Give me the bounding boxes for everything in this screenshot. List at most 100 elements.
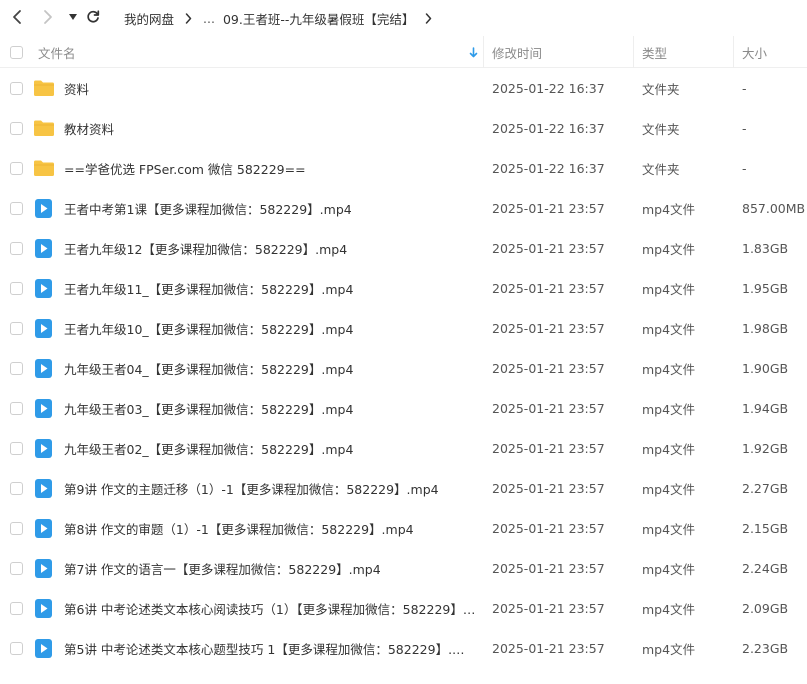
- file-name[interactable]: 王者中考第1课【更多课程加微信：582229】.mp4: [64, 188, 476, 228]
- column-size[interactable]: 大小: [742, 36, 767, 68]
- file-row[interactable]: 教材资料 2025-01-22 16:37 文件夹 -: [0, 108, 807, 148]
- file-name-text: 第6讲 中考论述类文本核心阅读技巧（1）【更多课程加微信：582229】.m..…: [64, 601, 476, 617]
- row-checkbox[interactable]: [10, 121, 23, 135]
- video-icon: [35, 638, 52, 658]
- row-checkbox[interactable]: [10, 601, 23, 615]
- file-row[interactable]: 王者中考第1课【更多课程加微信：582229】.mp4 2025-01-21 2…: [0, 188, 807, 228]
- breadcrumb-ellipsis[interactable]: ...: [203, 11, 215, 26]
- file-modified: 2025-01-21 23:57: [492, 520, 605, 536]
- file-name-text: 王者九年级11_【更多课程加微信：582229】.mp4: [64, 281, 354, 297]
- file-row[interactable]: 王者九年级10_【更多课程加微信：582229】.mp4 2025-01-21 …: [0, 308, 807, 348]
- file-row[interactable]: 九年级王者02_【更多课程加微信：582229】.mp4 2025-01-21 …: [0, 428, 807, 468]
- file-row[interactable]: 王者九年级12【更多课程加微信：582229】.mp4 2025-01-21 2…: [0, 228, 807, 268]
- video-icon: [35, 198, 52, 218]
- file-row[interactable]: 第6讲 中考论述类文本核心阅读技巧（1）【更多课程加微信：582229】.m..…: [0, 588, 807, 628]
- row-checkbox[interactable]: [10, 481, 23, 495]
- file-name[interactable]: 九年级王者02_【更多课程加微信：582229】.mp4: [64, 428, 476, 468]
- file-name-text: 王者九年级10_【更多课程加微信：582229】.mp4: [64, 321, 354, 337]
- file-name[interactable]: 第5讲 中考论述类文本核心题型技巧 1【更多课程加微信：582229】.mp4: [64, 628, 476, 668]
- file-type: mp4文件: [642, 241, 696, 257]
- file-type: mp4文件: [642, 521, 696, 537]
- column-header: 文件名 修改时间 类型 大小: [0, 36, 807, 68]
- row-checkbox[interactable]: [10, 561, 23, 575]
- row-checkbox-cell: [10, 428, 23, 468]
- file-row[interactable]: 王者九年级11_【更多课程加微信：582229】.mp4 2025-01-21 …: [0, 268, 807, 308]
- file-row[interactable]: ==学爸优选 FPSer.com 微信 582229== 2025-01-22 …: [0, 148, 807, 188]
- file-row[interactable]: 九年级王者04_【更多课程加微信：582229】.mp4 2025-01-21 …: [0, 348, 807, 388]
- file-name[interactable]: 王者九年级12【更多课程加微信：582229】.mp4: [64, 228, 476, 268]
- row-checkbox[interactable]: [10, 361, 23, 375]
- video-icon: [35, 438, 52, 458]
- row-checkbox[interactable]: [10, 441, 23, 455]
- video-icon: [35, 358, 52, 378]
- video-icon: [35, 238, 52, 258]
- video-icon: [35, 558, 52, 578]
- file-name[interactable]: 九年级王者04_【更多课程加微信：582229】.mp4: [64, 348, 476, 388]
- column-modified[interactable]: 修改时间: [492, 36, 542, 68]
- file-modified: 2025-01-21 23:57: [492, 280, 605, 296]
- file-size: 1.94GB: [742, 400, 789, 416]
- row-checkbox-cell: [10, 628, 23, 668]
- folder-icon: [34, 80, 54, 96]
- file-size: 857.00MB: [742, 200, 806, 216]
- file-name[interactable]: 九年级王者03_【更多课程加微信：582229】.mp4: [64, 388, 476, 428]
- file-name[interactable]: 第6讲 中考论述类文本核心阅读技巧（1）【更多课程加微信：582229】.m..…: [64, 588, 476, 628]
- file-modified: 2025-01-21 23:57: [492, 360, 605, 376]
- file-row[interactable]: 九年级王者03_【更多课程加微信：582229】.mp4 2025-01-21 …: [0, 388, 807, 428]
- file-list: 资料 2025-01-22 16:37 文件夹 - 教材资料 2025-01-2…: [0, 68, 807, 668]
- history-dropdown-button[interactable]: [62, 6, 84, 28]
- file-row[interactable]: 第7讲 作文的语言一【更多课程加微信：582229】.mp4 2025-01-2…: [0, 548, 807, 588]
- file-size: 2.24GB: [742, 560, 789, 576]
- file-name[interactable]: 第9讲 作文的主题迁移（1）-1【更多课程加微信：582229】.mp4: [64, 468, 476, 508]
- file-type: mp4文件: [642, 481, 696, 497]
- column-type[interactable]: 类型: [642, 36, 667, 68]
- row-checkbox[interactable]: [10, 281, 23, 295]
- file-name[interactable]: 第8讲 作文的审题（1）-1【更多课程加微信：582229】.mp4: [64, 508, 476, 548]
- row-checkbox-cell: [10, 508, 23, 548]
- file-size: 2.27GB: [742, 480, 789, 496]
- breadcrumb: 我的网盘 ... 09.王者班--九年级暑假班【完结】: [124, 0, 443, 36]
- row-checkbox[interactable]: [10, 321, 23, 335]
- row-checkbox-cell: [10, 268, 23, 308]
- caret-down-icon: [69, 14, 77, 20]
- file-name[interactable]: 教材资料: [64, 108, 476, 148]
- file-icon-cell: [33, 228, 52, 268]
- file-icon-cell: [33, 188, 52, 228]
- file-modified: 2025-01-21 23:57: [492, 560, 605, 576]
- column-divider[interactable]: [483, 36, 484, 68]
- file-row[interactable]: 第8讲 作文的审题（1）-1【更多课程加微信：582229】.mp4 2025-…: [0, 508, 807, 548]
- row-checkbox[interactable]: [10, 201, 23, 215]
- row-checkbox[interactable]: [10, 81, 23, 95]
- column-divider[interactable]: [633, 36, 634, 68]
- file-name[interactable]: 王者九年级10_【更多课程加微信：582229】.mp4: [64, 308, 476, 348]
- row-checkbox[interactable]: [10, 241, 23, 255]
- file-name[interactable]: 资料: [64, 68, 476, 108]
- video-icon: [35, 478, 52, 498]
- file-row[interactable]: 资料 2025-01-22 16:37 文件夹 -: [0, 68, 807, 108]
- file-name-text: 王者九年级12【更多课程加微信：582229】.mp4: [64, 241, 348, 257]
- breadcrumb-root[interactable]: 我的网盘: [124, 9, 174, 28]
- row-checkbox[interactable]: [10, 161, 23, 175]
- refresh-button[interactable]: [82, 6, 104, 28]
- row-checkbox[interactable]: [10, 401, 23, 415]
- video-icon: [35, 318, 52, 338]
- file-row[interactable]: 第5讲 中考论述类文本核心题型技巧 1【更多课程加微信：582229】.mp4 …: [0, 628, 807, 668]
- sort-arrow-icon[interactable]: [469, 36, 478, 68]
- file-icon-cell: [33, 548, 52, 588]
- chevron-right-icon: [44, 10, 52, 24]
- back-button[interactable]: [6, 6, 28, 28]
- file-row[interactable]: 第9讲 作文的主题迁移（1）-1【更多课程加微信：582229】.mp4 202…: [0, 468, 807, 508]
- file-icon-cell: [33, 588, 52, 628]
- file-icon-cell: [33, 268, 52, 308]
- file-name[interactable]: 王者九年级11_【更多课程加微信：582229】.mp4: [64, 268, 476, 308]
- breadcrumb-current[interactable]: 09.王者班--九年级暑假班【完结】: [223, 9, 414, 28]
- row-checkbox[interactable]: [10, 521, 23, 535]
- column-name[interactable]: 文件名: [38, 36, 76, 68]
- select-all-checkbox[interactable]: [10, 45, 23, 59]
- video-icon: [35, 518, 52, 538]
- forward-button[interactable]: [37, 6, 59, 28]
- file-name[interactable]: ==学爸优选 FPSer.com 微信 582229==: [64, 148, 476, 188]
- column-divider[interactable]: [733, 36, 734, 68]
- file-name[interactable]: 第7讲 作文的语言一【更多课程加微信：582229】.mp4: [64, 548, 476, 588]
- row-checkbox[interactable]: [10, 641, 23, 655]
